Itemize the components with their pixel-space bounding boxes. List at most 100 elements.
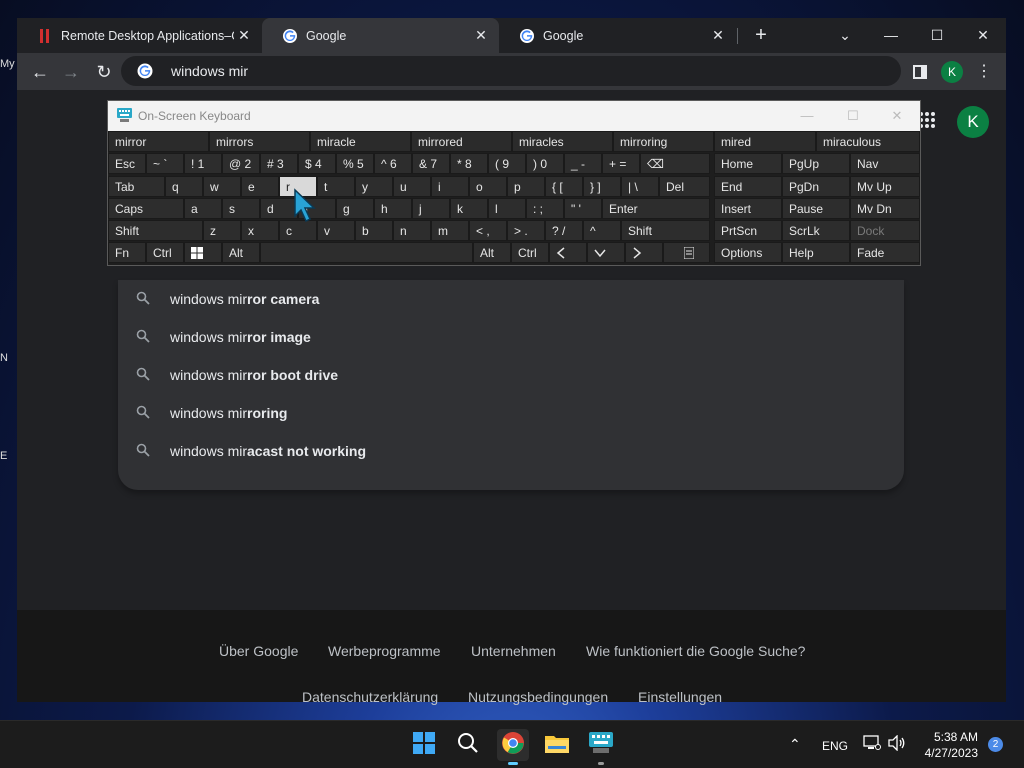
key-pgup[interactable]: PgUp bbox=[782, 153, 850, 174]
key-e[interactable]: e bbox=[241, 176, 279, 197]
key-6[interactable]: ^ 6 bbox=[374, 153, 412, 174]
prediction-key[interactable]: miracle bbox=[310, 131, 411, 152]
key-pause[interactable]: Pause bbox=[782, 198, 850, 219]
key-win[interactable] bbox=[184, 242, 222, 263]
key-fn[interactable]: Fn bbox=[108, 242, 146, 263]
suggestion-item[interactable]: windows mir ror image bbox=[118, 318, 904, 356]
tab-google-active[interactable]: Google ✕ bbox=[262, 18, 499, 53]
prediction-key[interactable]: mirrored bbox=[411, 131, 512, 152]
key-enter[interactable]: Enter bbox=[602, 198, 710, 219]
key-z[interactable]: z bbox=[203, 220, 241, 241]
key-dock[interactable]: Dock bbox=[850, 220, 920, 241]
footer-link-privacy[interactable]: Datenschutzerklärung bbox=[302, 689, 438, 705]
key-comma[interactable]: < , bbox=[469, 220, 507, 241]
key-3[interactable]: # 3 bbox=[260, 153, 298, 174]
minimize-icon[interactable]: — bbox=[784, 101, 830, 131]
maximize-icon[interactable]: ☐ bbox=[914, 18, 960, 53]
key-backspace[interactable]: ⌫ bbox=[640, 153, 710, 174]
key-shift-left[interactable]: Shift bbox=[108, 220, 203, 241]
key-a[interactable]: a bbox=[184, 198, 222, 219]
key-g[interactable]: g bbox=[336, 198, 374, 219]
osk-titlebar[interactable]: On-Screen Keyboard — ☐ ✕ bbox=[108, 101, 920, 131]
key-backslash[interactable]: | \ bbox=[621, 176, 659, 197]
network-icon[interactable] bbox=[863, 735, 881, 754]
key-end[interactable]: End bbox=[714, 176, 782, 197]
close-icon[interactable]: ✕ bbox=[874, 101, 920, 131]
key-mv-dn[interactable]: Mv Dn bbox=[850, 198, 920, 219]
key-arrow-left[interactable] bbox=[549, 242, 587, 263]
key-5[interactable]: % 5 bbox=[336, 153, 374, 174]
prediction-key[interactable]: mirrors bbox=[209, 131, 310, 152]
key-w[interactable]: w bbox=[203, 176, 241, 197]
profile-avatar[interactable]: K bbox=[938, 58, 966, 86]
prediction-key[interactable]: mirror bbox=[108, 131, 209, 152]
side-panel-icon[interactable] bbox=[906, 58, 934, 86]
desktop-icon-e[interactable]: E bbox=[0, 450, 18, 462]
key-home[interactable]: Home bbox=[714, 153, 782, 174]
key-s[interactable]: s bbox=[222, 198, 260, 219]
key-p[interactable]: p bbox=[507, 176, 545, 197]
start-button[interactable] bbox=[408, 729, 440, 761]
key-8[interactable]: * 8 bbox=[450, 153, 488, 174]
key-l[interactable]: l bbox=[488, 198, 526, 219]
key-insert[interactable]: Insert bbox=[714, 198, 782, 219]
key-quote[interactable]: " ' bbox=[564, 198, 602, 219]
key-k[interactable]: k bbox=[450, 198, 488, 219]
key-space[interactable] bbox=[260, 242, 473, 263]
footer-link-how-search-works[interactable]: Wie funktioniert die Google Suche? bbox=[586, 643, 805, 659]
key-arrow-down[interactable] bbox=[587, 242, 625, 263]
key-caps[interactable]: Caps bbox=[108, 198, 184, 219]
close-tab-icon[interactable]: ✕ bbox=[708, 27, 728, 44]
tab-remote-desktop[interactable]: Remote Desktop Applications–G ✕ bbox=[17, 18, 262, 53]
taskbar-search-button[interactable] bbox=[452, 729, 484, 761]
prediction-key[interactable]: mirroring bbox=[613, 131, 714, 152]
key-0[interactable]: ) 0 bbox=[526, 153, 564, 174]
taskbar-file-explorer[interactable] bbox=[541, 729, 573, 761]
footer-link-terms[interactable]: Nutzungsbedingungen bbox=[468, 689, 608, 705]
prediction-key[interactable]: miracles bbox=[512, 131, 613, 152]
key-ctrl-right[interactable]: Ctrl bbox=[511, 242, 549, 263]
tab-google[interactable]: Google ✕ bbox=[499, 18, 736, 53]
key-n[interactable]: n bbox=[393, 220, 431, 241]
key-minus[interactable]: _ - bbox=[564, 153, 602, 174]
key-options[interactable]: Options bbox=[714, 242, 782, 263]
key-h[interactable]: h bbox=[374, 198, 412, 219]
footer-link-settings[interactable]: Einstellungen bbox=[638, 689, 722, 705]
key-alt-left[interactable]: Alt bbox=[222, 242, 260, 263]
footer-link-business[interactable]: Unternehmen bbox=[471, 643, 556, 659]
key-shift-right[interactable]: Shift bbox=[621, 220, 710, 241]
notification-badge[interactable]: 2 bbox=[988, 737, 1003, 752]
close-tab-icon[interactable]: ✕ bbox=[234, 27, 254, 44]
key-open-bracket[interactable]: { [ bbox=[545, 176, 583, 197]
prediction-key[interactable]: miraculous bbox=[816, 131, 920, 152]
key-nav[interactable]: Nav bbox=[850, 153, 920, 174]
taskbar-chrome[interactable] bbox=[497, 729, 529, 765]
key-tilde[interactable]: ~ ` bbox=[146, 153, 184, 174]
key-prtscn[interactable]: PrtScn bbox=[714, 220, 782, 241]
suggestion-item[interactable]: windows mir roring bbox=[118, 394, 904, 432]
suggestion-item[interactable]: windows mir ror boot drive bbox=[118, 356, 904, 394]
address-bar[interactable] bbox=[121, 56, 901, 86]
footer-link-about[interactable]: Über Google bbox=[219, 643, 298, 659]
taskbar-on-screen-keyboard[interactable] bbox=[585, 729, 617, 765]
key-alt-right[interactable]: Alt bbox=[473, 242, 511, 263]
desktop-icon-my[interactable]: My bbox=[0, 58, 18, 70]
key-tab[interactable]: Tab bbox=[108, 176, 165, 197]
key-y[interactable]: y bbox=[355, 176, 393, 197]
key-m[interactable]: m bbox=[431, 220, 469, 241]
menu-kebab-icon[interactable]: ⋮ bbox=[970, 58, 998, 86]
key-mv-up[interactable]: Mv Up bbox=[850, 176, 920, 197]
key-2[interactable]: @ 2 bbox=[222, 153, 260, 174]
key-v[interactable]: v bbox=[317, 220, 355, 241]
key-i[interactable]: i bbox=[431, 176, 469, 197]
key-close-bracket[interactable]: } ] bbox=[583, 176, 621, 197]
tab-search-icon[interactable]: ⌄ bbox=[822, 18, 868, 53]
omnibox-input[interactable] bbox=[171, 63, 671, 79]
key-u[interactable]: u bbox=[393, 176, 431, 197]
forward-icon[interactable]: → bbox=[57, 58, 85, 86]
key-arrow-right[interactable] bbox=[625, 242, 663, 263]
maximize-icon[interactable]: ☐ bbox=[830, 101, 876, 131]
key-b[interactable]: b bbox=[355, 220, 393, 241]
language-indicator[interactable]: ENG bbox=[822, 739, 848, 753]
key-fade[interactable]: Fade bbox=[850, 242, 920, 263]
